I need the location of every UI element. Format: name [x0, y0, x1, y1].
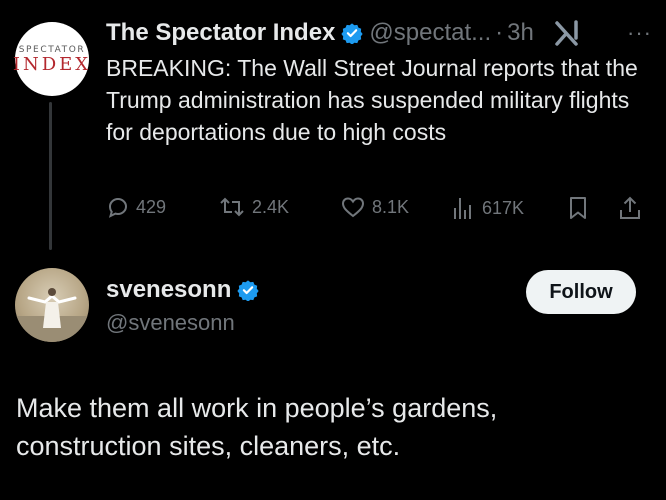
share-button[interactable] [618, 195, 642, 221]
repost-button[interactable]: 2.4K [218, 195, 289, 219]
thread-connector-line [49, 102, 52, 250]
views-count: 617K [482, 197, 525, 218]
svenesonn-avatar[interactable] [15, 268, 89, 342]
reply-author-display-name[interactable]: svenesonn [106, 276, 231, 304]
like-count: 8.1K [372, 196, 410, 217]
repost-icon [218, 195, 246, 219]
more-icon[interactable]: ··· [627, 20, 652, 46]
views-button[interactable]: 617K [450, 195, 524, 221]
original-tweet-text: BREAKING: The Wall Street Journal report… [106, 55, 638, 145]
reply-tweet-text: Make them all work in people’s gardens, … [16, 393, 498, 461]
avatar-logo-text-bottom: INDEX [12, 53, 92, 75]
separator-dot: · [495, 19, 504, 46]
tweet-action-bar: 429 2.4K 8.1K 617K [106, 195, 646, 225]
verified-badge-icon [341, 22, 364, 44]
reply-button[interactable]: 429 [106, 195, 166, 219]
follow-button[interactable]: Follow [526, 270, 636, 314]
grok-icon[interactable] [552, 18, 582, 48]
share-icon [618, 195, 642, 221]
like-button[interactable]: 8.1K [340, 195, 409, 219]
like-icon [340, 195, 366, 219]
reply-icon [106, 195, 130, 219]
verified-badge-icon [237, 279, 260, 301]
spectator-index-avatar[interactable]: SPECTATOR INDEX [12, 22, 92, 96]
bookmark-icon [566, 195, 590, 221]
reply-count: 429 [136, 196, 167, 217]
author-handle[interactable]: @spectat... [369, 19, 491, 47]
bookmark-button[interactable] [566, 195, 590, 221]
reply-author-handle[interactable]: @svenesonn [106, 310, 235, 336]
author-display-name[interactable]: The Spectator Index [106, 19, 335, 47]
original-tweet-header: The Spectator Index @spectat... · 3h ··· [106, 16, 652, 50]
repost-count: 2.4K [252, 196, 290, 217]
reply-author-row: svenesonn [106, 276, 260, 304]
tweet-timestamp[interactable]: 3h [507, 19, 534, 47]
views-icon [450, 195, 476, 221]
avatar-logo-text-top: SPECTATOR [18, 44, 86, 55]
